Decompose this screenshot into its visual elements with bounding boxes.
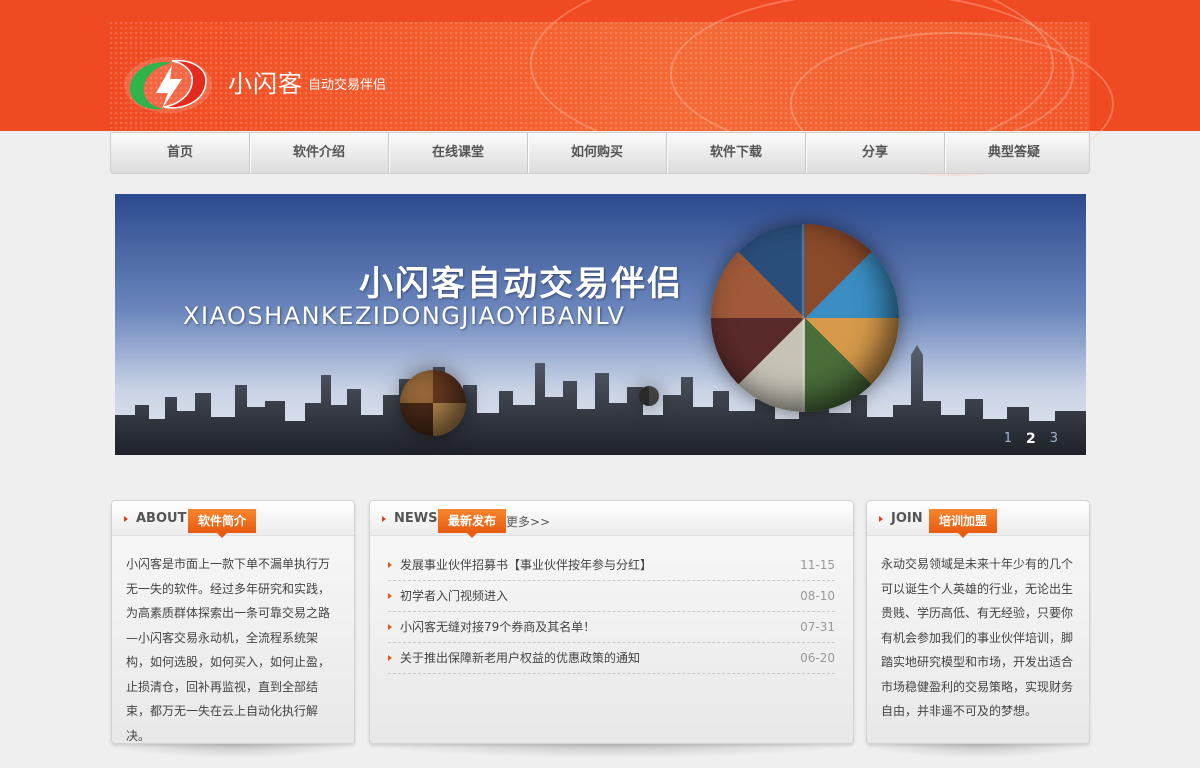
news-heading: NEWS bbox=[394, 511, 438, 526]
join-panel: JOIN 培训加盟 永动交易领域是未来十年少有的几个可以诞生个人英雄的行业，无论… bbox=[866, 500, 1090, 744]
news-title[interactable]: 初学者入门视频进入 bbox=[400, 581, 800, 611]
nav-online-class[interactable]: 在线课堂 bbox=[389, 133, 528, 173]
arrow-right-icon bbox=[382, 516, 386, 522]
pager-item-1[interactable]: 1 bbox=[1004, 431, 1012, 447]
nav-software-intro[interactable]: 软件介绍 bbox=[250, 133, 389, 173]
nav-download[interactable]: 软件下载 bbox=[667, 133, 806, 173]
brand-name[interactable]: 小闪客 bbox=[228, 64, 303, 99]
news-list: 发展事业伙伴招募书【事业伙伴按年参与分红】 11-15 初学者入门视频进入 08… bbox=[388, 550, 835, 674]
news-item[interactable]: 关于推出保障新老用户权益的优惠政策的通知 06-20 bbox=[388, 643, 835, 674]
banner-pager: 1 2 3 bbox=[1004, 431, 1058, 447]
panel-shadow bbox=[111, 744, 355, 758]
arrow-right-icon bbox=[124, 516, 128, 522]
nav-home[interactable]: 首页 bbox=[111, 133, 250, 173]
banner-slideshow[interactable]: 小闪客自动交易伴侣 XIAOSHANKEZIDONGJIAOYIBANLV 1 … bbox=[115, 194, 1086, 455]
news-tag: 最新发布 bbox=[438, 509, 507, 538]
join-text: 永动交易领域是未来十年少有的几个可以诞生个人英雄的行业，无论出生贵贱、学历高低、… bbox=[881, 557, 1074, 718]
logo-icon[interactable] bbox=[120, 53, 216, 117]
banner-subtitle: XIAOSHANKEZIDONGJIAOYIBANLV bbox=[183, 302, 626, 330]
about-panel-header: ABOUT 软件简介 bbox=[112, 501, 354, 538]
nav-how-to-buy[interactable]: 如何购买 bbox=[528, 133, 667, 173]
join-tag: 培训加盟 bbox=[929, 509, 998, 538]
tiny-globe-image bbox=[639, 386, 659, 406]
banner-title: 小闪客自动交易伴侣 bbox=[359, 264, 683, 304]
pager-item-3[interactable]: 3 bbox=[1050, 431, 1058, 447]
news-date: 11-15 bbox=[800, 558, 835, 572]
news-item[interactable]: 小闪客无缝对接79个券商及其名单！ 07-31 bbox=[388, 612, 835, 643]
news-panel: NEWS 最新发布 更多>> 发展事业伙伴招募书【事业伙伴按年参与分红】 11-… bbox=[369, 500, 854, 744]
news-date: 07-31 bbox=[800, 620, 835, 634]
news-more-link[interactable]: 更多>> bbox=[506, 513, 550, 530]
pager-item-2[interactable]: 2 bbox=[1026, 431, 1036, 447]
bullet-icon bbox=[388, 655, 392, 661]
small-globe-image bbox=[400, 370, 466, 436]
news-title[interactable]: 关于推出保障新老用户权益的优惠政策的通知 bbox=[400, 643, 800, 673]
arrow-right-icon bbox=[879, 516, 883, 522]
bullet-icon bbox=[388, 562, 392, 568]
nav-faq[interactable]: 典型答疑 bbox=[945, 133, 1083, 173]
news-item[interactable]: 初学者入门视频进入 08-10 bbox=[388, 581, 835, 612]
join-heading: JOIN bbox=[891, 511, 923, 526]
photo-globe-image bbox=[711, 224, 899, 412]
news-date: 06-20 bbox=[800, 651, 835, 665]
news-panel-header: NEWS 最新发布 更多>> bbox=[370, 501, 853, 538]
bullet-icon bbox=[388, 593, 392, 599]
bullet-icon bbox=[388, 624, 392, 630]
news-title[interactable]: 小闪客无缝对接79个券商及其名单！ bbox=[400, 612, 800, 642]
city-skyline-image bbox=[115, 345, 1086, 455]
news-date: 08-10 bbox=[800, 589, 835, 603]
about-tag: 软件简介 bbox=[188, 509, 257, 538]
news-title[interactable]: 发展事业伙伴招募书【事业伙伴按年参与分红】 bbox=[400, 550, 800, 580]
brand-tagline: 自动交易伴侣 bbox=[308, 78, 387, 93]
news-item[interactable]: 发展事业伙伴招募书【事业伙伴按年参与分红】 11-15 bbox=[388, 550, 835, 581]
about-panel: ABOUT 软件简介 小闪客是市面上一款下单不漏单执行万无一失的软件。经过多年研… bbox=[111, 500, 355, 744]
about-heading: ABOUT bbox=[136, 511, 187, 526]
panel-shadow bbox=[369, 744, 854, 758]
join-panel-header: JOIN 培训加盟 bbox=[867, 501, 1089, 538]
main-nav: 首页 软件介绍 在线课堂 如何购买 软件下载 分享 典型答疑 bbox=[110, 132, 1090, 174]
panel-shadow bbox=[866, 744, 1090, 758]
about-text: 小闪客是市面上一款下单不漏单执行万无一失的软件。经过多年研究和实践，为高素质群体… bbox=[126, 557, 331, 743]
nav-share[interactable]: 分享 bbox=[806, 133, 945, 173]
